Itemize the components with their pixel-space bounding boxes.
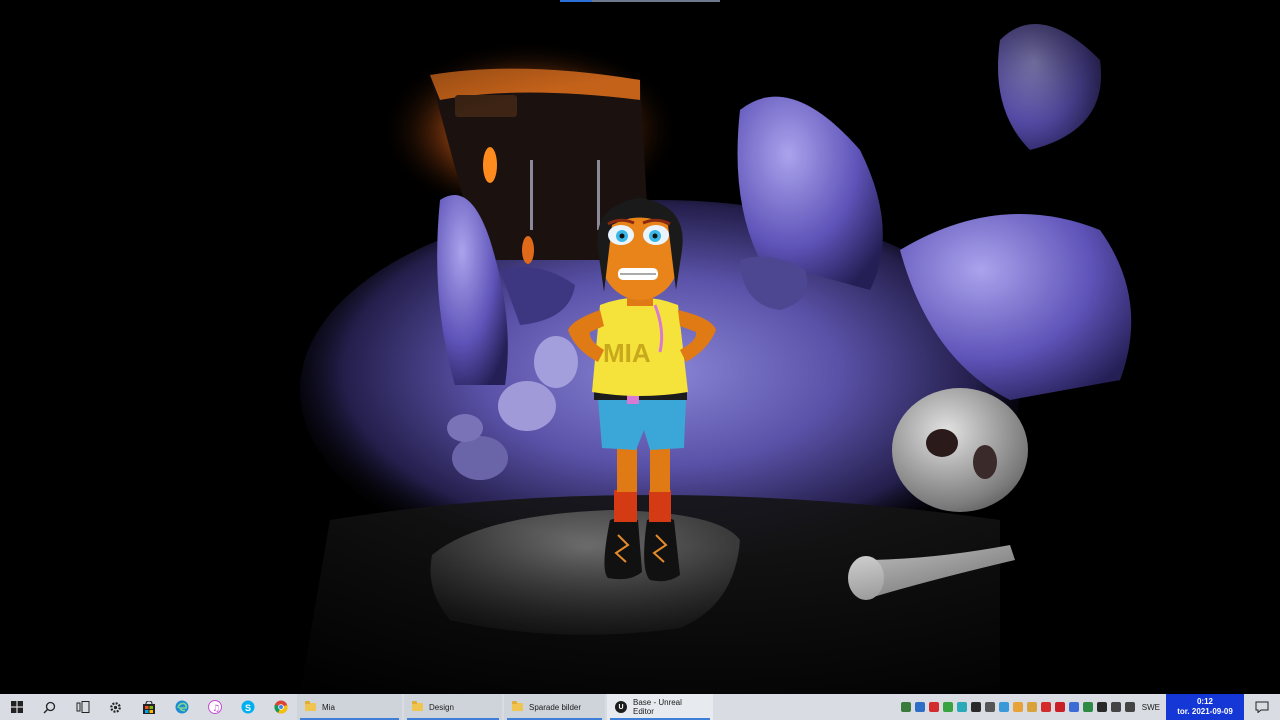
clock-date: tor. 2021-09-09 bbox=[1177, 707, 1233, 716]
language-indicator[interactable]: SWE bbox=[1142, 703, 1160, 712]
window-title-strip bbox=[560, 0, 720, 2]
tray-globe-icon[interactable] bbox=[914, 702, 925, 712]
edge-icon bbox=[175, 700, 188, 714]
volume-icon[interactable] bbox=[1110, 702, 1121, 712]
music-icon: ♫ bbox=[207, 700, 222, 714]
svg-text:♫: ♫ bbox=[212, 704, 220, 714]
settings-button[interactable] bbox=[99, 694, 132, 720]
search-icon bbox=[43, 701, 56, 713]
windows-icon bbox=[10, 701, 23, 713]
folder-icon bbox=[412, 701, 423, 711]
folder-icon bbox=[512, 701, 523, 711]
battery-icon[interactable] bbox=[1124, 702, 1135, 712]
skype-button[interactable]: S bbox=[231, 694, 264, 720]
start-button[interactable] bbox=[0, 694, 33, 720]
task-view-icon bbox=[76, 701, 89, 713]
tray-app-icon[interactable] bbox=[984, 702, 995, 712]
store-icon bbox=[142, 700, 155, 714]
taskbar: ♫ S Mia Design Sparade bilder U Base - U… bbox=[0, 694, 1280, 720]
taskbar-app-label: Design bbox=[429, 702, 454, 712]
chrome-icon bbox=[273, 700, 288, 714]
task-view-button[interactable] bbox=[66, 694, 99, 720]
taskbar-app-label: Mia bbox=[322, 702, 335, 712]
tray-app-icon[interactable] bbox=[1054, 702, 1065, 712]
cave-scene: MIA bbox=[0, 0, 1280, 694]
skype-icon: S bbox=[241, 700, 254, 714]
search-button[interactable] bbox=[33, 694, 66, 720]
taskbar-app-design[interactable]: Design bbox=[404, 694, 502, 720]
taskbar-app-sparade-bilder[interactable]: Sparade bilder bbox=[504, 694, 605, 720]
clock[interactable]: 0:12 tor. 2021-09-09 bbox=[1166, 694, 1244, 720]
tray-app-icon[interactable] bbox=[1026, 702, 1037, 712]
shirt-text: MIA bbox=[603, 338, 651, 368]
tray-app-icon[interactable] bbox=[970, 702, 981, 712]
taskbar-app-label: Base - Unreal Editor bbox=[633, 698, 682, 716]
tray-app-icon[interactable] bbox=[1012, 702, 1023, 712]
tray-app-icon[interactable] bbox=[998, 702, 1009, 712]
network-icon[interactable] bbox=[1096, 702, 1107, 712]
folder-icon bbox=[305, 701, 316, 711]
chrome-button[interactable] bbox=[264, 694, 297, 720]
taskbar-app-label: Sparade bilder bbox=[529, 702, 582, 712]
itunes-button[interactable]: ♫ bbox=[198, 694, 231, 720]
tray-app-icon[interactable] bbox=[1082, 702, 1093, 712]
notification-icon bbox=[1255, 701, 1269, 713]
tray-app-icon[interactable] bbox=[1040, 702, 1051, 712]
gear-icon bbox=[110, 701, 121, 713]
taskbar-app-mia[interactable]: Mia bbox=[297, 694, 402, 720]
taskbar-app-unreal-editor[interactable]: U Base - Unreal Editor bbox=[607, 694, 713, 720]
svg-text:S: S bbox=[245, 703, 251, 713]
clock-time: 0:12 bbox=[1196, 697, 1213, 706]
tray-app-icon[interactable] bbox=[900, 702, 911, 712]
unreal-logo-icon: U bbox=[615, 701, 627, 713]
tray-record-icon[interactable] bbox=[928, 702, 939, 712]
bluetooth-icon[interactable] bbox=[1068, 702, 1079, 712]
tray-app-icon[interactable] bbox=[942, 702, 953, 712]
game-viewport[interactable]: MIA bbox=[0, 0, 1280, 694]
store-button[interactable] bbox=[132, 694, 165, 720]
notifications-button[interactable] bbox=[1244, 694, 1280, 720]
tray-app-icon[interactable] bbox=[956, 702, 967, 712]
edge-button[interactable] bbox=[165, 694, 198, 720]
system-tray: SWE 0:12 tor. 2021-09-09 bbox=[899, 694, 1280, 720]
